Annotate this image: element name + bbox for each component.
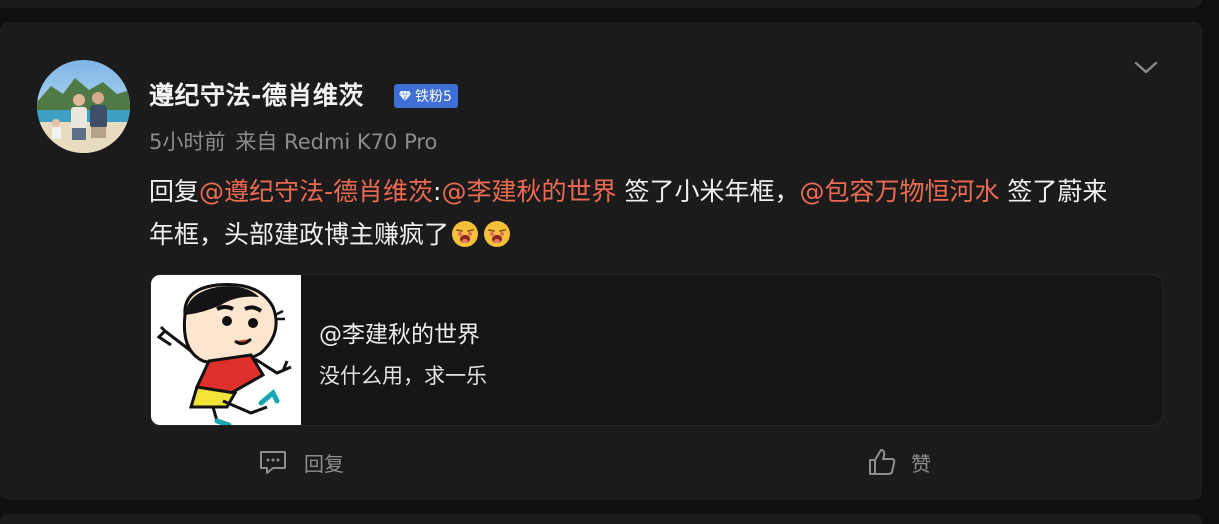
username[interactable]: 遵纪守法-德肖维茨 (149, 76, 364, 112)
badge-label: 铁粉5 (415, 89, 452, 105)
reply-button[interactable]: 回复 (258, 447, 344, 477)
avatar[interactable] (37, 60, 130, 153)
mention-link[interactable]: @遵纪守法-德肖维茨 (199, 177, 433, 206)
like-label: 赞 (911, 451, 931, 476)
quoted-post[interactable]: @李建秋的世界 没什么用，求一乐 (150, 274, 1163, 426)
quote-thumbnail (151, 275, 301, 425)
face-emoji-icon (484, 221, 511, 247)
quote-author[interactable]: @李建秋的世界 (319, 315, 480, 349)
comment-text: 签了小米年框， (616, 177, 800, 206)
post-time: 5小时前 (149, 130, 226, 154)
mention-link[interactable]: @包容万物恒河水 (799, 177, 999, 206)
post-source: 来自 Redmi K70 Pro (235, 130, 438, 154)
reply-comment-icon (260, 451, 286, 474)
chevron-down-icon (1134, 61, 1158, 74)
face-emoji-icon (452, 221, 479, 247)
thumbs-up-icon (869, 449, 896, 475)
diamond-icon (399, 90, 411, 102)
collapse-button[interactable] (1132, 55, 1160, 79)
quote-text: 没什么用，求一乐 (319, 364, 487, 388)
post-meta: 5小时前 来自 Redmi K70 Pro (149, 126, 437, 156)
previous-card-edge (0, 0, 1202, 8)
like-button[interactable]: 赞 (867, 447, 931, 477)
fan-level-badge: 铁粉5 (394, 84, 458, 108)
reply-label: 回复 (304, 451, 344, 476)
mention-link[interactable]: @李建秋的世界 (441, 177, 616, 206)
next-card-edge (0, 514, 1202, 524)
comment-content: 回复@遵纪守法-德肖维茨:@李建秋的世界 签了小米年框，@包容万物恒河水 签了蔚… (149, 170, 1129, 256)
reply-prefix: 回复 (149, 177, 200, 206)
